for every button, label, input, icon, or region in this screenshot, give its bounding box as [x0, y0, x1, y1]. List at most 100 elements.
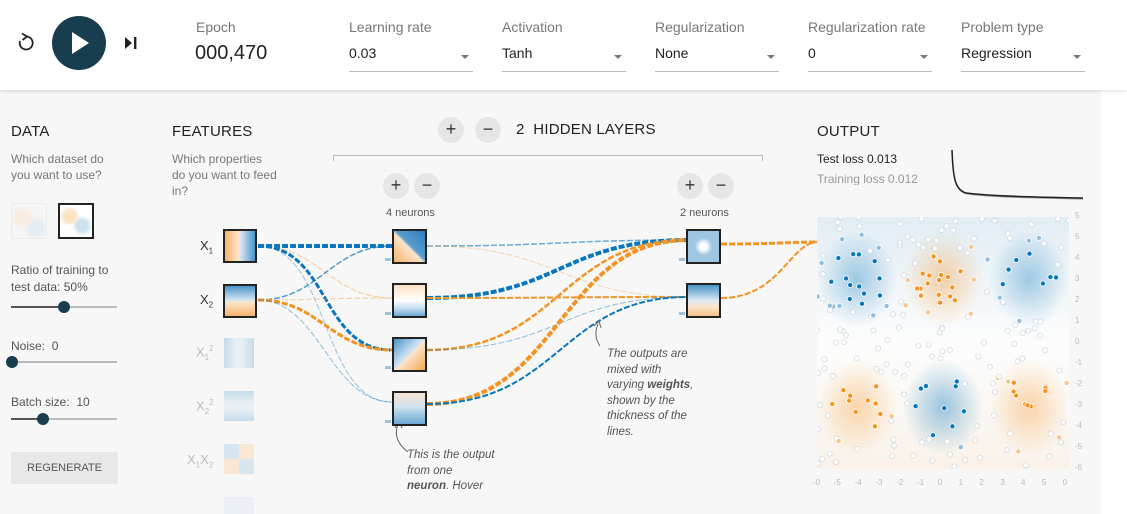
data-point — [1054, 261, 1061, 268]
x-tick-label: 2 — [979, 478, 984, 487]
top-bar: Epoch 000,470 Learning rate 0.03 Activat… — [0, 0, 1127, 90]
data-point — [888, 418, 895, 425]
data-point — [983, 288, 990, 295]
y-tick-label: 1 — [1075, 316, 1080, 325]
regularization-rate-label: Regularization rate — [808, 19, 926, 35]
data-point — [1035, 234, 1042, 241]
output-heatmap — [817, 217, 1069, 469]
data-point — [971, 235, 978, 242]
neuron-2-2[interactable] — [686, 283, 721, 318]
data-point — [919, 439, 926, 446]
data-point — [873, 383, 880, 390]
data-point — [909, 236, 916, 243]
data-point — [1026, 250, 1033, 257]
activation-select[interactable]: Tanh — [502, 45, 626, 72]
activation-label: Activation — [502, 19, 563, 35]
data-point — [1046, 453, 1053, 460]
data-point — [873, 365, 880, 372]
y-tick-label: 4 — [1075, 253, 1080, 262]
data-point — [902, 302, 909, 309]
x-tick-label: 0 — [1062, 478, 1068, 487]
data-point — [904, 400, 911, 407]
data-point — [840, 387, 847, 394]
data-point — [912, 403, 919, 410]
data-point — [917, 385, 924, 392]
data-point — [936, 258, 943, 265]
data-point — [884, 256, 891, 263]
data-point — [890, 311, 897, 318]
data-point — [941, 405, 948, 412]
data-point — [842, 332, 849, 339]
data-point — [939, 325, 946, 332]
data-point — [817, 327, 820, 334]
data-point — [938, 271, 945, 278]
data-point — [1065, 217, 1069, 224]
regularization-select[interactable]: None — [655, 45, 779, 72]
regularization-label: Regularization — [655, 19, 745, 35]
test-loss: Test loss 0.013 — [817, 152, 898, 166]
data-point — [962, 457, 969, 464]
problem-type-select[interactable]: Regression — [961, 45, 1085, 72]
x-tick-label: -1 — [917, 478, 925, 487]
data-point — [839, 236, 846, 243]
data-point — [970, 276, 977, 283]
neuron-note: This is the output from one neuron. Hover — [407, 449, 495, 492]
data-point — [896, 239, 903, 246]
bias-marker — [385, 366, 391, 369]
data-point — [926, 272, 933, 279]
reset-icon[interactable] — [14, 32, 38, 54]
data-point — [1022, 462, 1029, 469]
link — [257, 299, 393, 403]
regularization-rate-select[interactable]: 0 — [808, 45, 932, 72]
data-point — [846, 397, 853, 404]
data-point — [919, 270, 926, 277]
data-point — [1036, 332, 1043, 339]
bias-marker — [385, 258, 391, 261]
neuron-2-1[interactable] — [686, 229, 721, 264]
neuron-1-2[interactable] — [392, 283, 427, 318]
data-point — [877, 410, 884, 417]
data-point — [967, 310, 974, 317]
data-point — [952, 383, 959, 390]
x-tick-label: 3 — [1000, 478, 1005, 487]
data-point — [871, 423, 878, 430]
data-point — [859, 300, 866, 307]
data-point — [849, 309, 856, 316]
x-tick-label: -3 — [875, 478, 883, 487]
link — [426, 238, 689, 300]
step-icon[interactable] — [122, 34, 140, 52]
y-tick-label: -2 — [1075, 379, 1083, 388]
data-point — [892, 369, 899, 376]
data-point — [1016, 317, 1023, 324]
data-point — [855, 251, 862, 258]
neuron-1-1[interactable] — [392, 229, 427, 264]
data-point — [925, 236, 932, 243]
data-point — [991, 388, 998, 395]
neuron-1-4[interactable] — [392, 391, 427, 426]
data-point — [883, 361, 890, 368]
data-point — [1047, 274, 1054, 281]
neuron-1-3[interactable] — [392, 337, 427, 372]
data-points — [817, 217, 1069, 469]
x-axis-ticks: -0 -5 -4 -3 -2 -1 0 1 2 3 4 5 0 — [813, 478, 1073, 490]
data-point — [1000, 299, 1007, 306]
learning-rate-select[interactable]: 0.03 — [349, 45, 473, 72]
data-point — [938, 227, 945, 234]
data-point — [920, 244, 927, 251]
play-button[interactable] — [52, 16, 106, 70]
data-point — [957, 444, 964, 451]
data-point — [1013, 256, 1020, 263]
data-point — [1007, 430, 1014, 437]
play-icon — [72, 32, 89, 54]
data-point — [817, 402, 824, 409]
data-point — [856, 223, 863, 230]
data-point — [890, 436, 897, 443]
epoch-value: 000,470 — [195, 42, 268, 64]
data-point — [974, 422, 981, 429]
data-point — [904, 277, 911, 284]
data-point — [817, 370, 821, 377]
underline — [655, 71, 779, 72]
data-point — [961, 380, 968, 387]
data-point — [1057, 439, 1064, 446]
data-point — [1056, 367, 1063, 374]
